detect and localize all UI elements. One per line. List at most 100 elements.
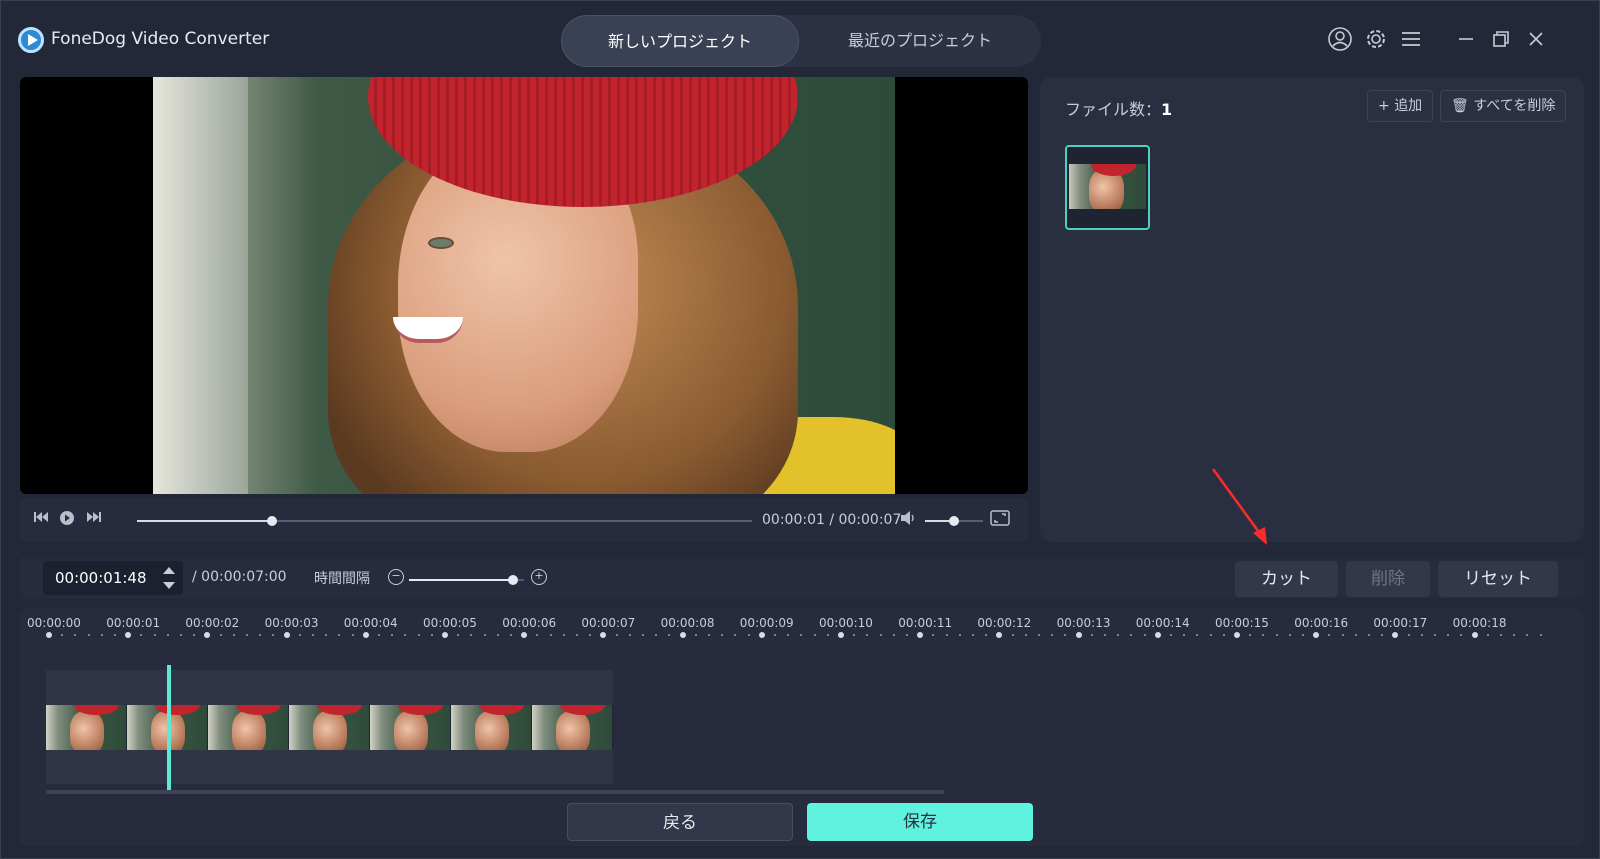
timeline-minor-tick — [734, 634, 737, 636]
back-button[interactable]: 戻る — [567, 803, 793, 841]
timeline-tick-label: 00:00:06 — [502, 616, 557, 630]
timeline-minor-tick — [378, 634, 380, 636]
fullscreen-icon[interactable] — [989, 510, 1011, 530]
edit-toolbar: 00:00:01:48 / 00:00:07:00 時間間隔 − + カット 削… — [20, 557, 1584, 599]
timeline-tick-label: 00:00:12 — [977, 616, 1032, 630]
timeline-minor-tick — [1328, 634, 1331, 636]
timeline-frame-thumbnail — [451, 705, 532, 750]
restore-icon[interactable] — [1487, 26, 1515, 54]
video-track[interactable] — [46, 670, 613, 784]
timeline-minor-tick — [404, 634, 407, 636]
timeline-minor-tick — [1143, 634, 1146, 636]
timeline-minor-tick — [1130, 634, 1133, 636]
timeline-tick-label: 00:00:01 — [106, 616, 161, 630]
timeline-minor-tick — [1381, 634, 1384, 636]
tab-recent-projects[interactable]: 最近のプロジェクト — [799, 15, 1041, 67]
timeline-minor-tick — [549, 634, 552, 636]
timeline-frame-thumbnail — [532, 705, 613, 750]
timeline-minor-tick — [1183, 634, 1186, 636]
timeline-minor-tick — [61, 634, 64, 636]
skip-back-icon[interactable] — [30, 510, 52, 530]
close-icon[interactable] — [1522, 26, 1550, 54]
timeline-minor-tick — [787, 634, 790, 636]
timeline-minor-tick — [232, 634, 235, 636]
video-preview[interactable] — [20, 77, 1028, 494]
timeline-tick-label: 00:00:00 — [27, 616, 81, 630]
time-readout: 00:00:01 / 00:00:07 — [762, 512, 902, 528]
timeline-minor-tick — [430, 634, 433, 636]
play-icon[interactable] — [56, 510, 78, 530]
timeline-major-tick — [521, 632, 528, 638]
file-thumbnail[interactable] — [1065, 145, 1150, 230]
volume-slider[interactable] — [925, 516, 983, 526]
timeline-minor-tick — [74, 634, 77, 636]
delete-button[interactable]: 削除 — [1346, 561, 1430, 597]
timeline-major-tick — [1154, 632, 1161, 638]
timeline-minor-tick — [1420, 634, 1423, 636]
timeline-minor-tick — [166, 634, 169, 636]
timeline-minor-tick — [826, 634, 829, 636]
delete-all-button[interactable]: 🗑 すべてを削除 — [1440, 90, 1567, 122]
zoom-slider[interactable] — [409, 575, 524, 585]
timeline-scrollbar[interactable] — [46, 790, 944, 794]
playhead[interactable] — [167, 665, 171, 790]
time-decrease-icon[interactable] — [163, 582, 175, 589]
timeline-minor-tick — [721, 634, 724, 636]
timeline-minor-tick — [510, 634, 512, 636]
time-increase-icon[interactable] — [163, 567, 175, 574]
save-button[interactable]: 保存 — [807, 803, 1033, 841]
zoom-in-icon[interactable]: + — [531, 569, 547, 585]
timeline-minor-tick — [298, 634, 301, 636]
file-count: ファイル数：1 — [1065, 96, 1172, 120]
add-file-button[interactable]: + 追加 — [1367, 90, 1434, 122]
minimize-icon[interactable] — [1452, 26, 1480, 54]
timeline-major-tick — [362, 632, 369, 638]
timeline-minor-tick — [219, 634, 222, 636]
timeline-minor-tick — [483, 634, 486, 636]
timeline-minor-tick — [1500, 634, 1502, 636]
trash-icon: 🗑 — [1451, 98, 1469, 114]
timeline-minor-tick — [1024, 634, 1027, 636]
timeline-minor-tick — [853, 634, 856, 636]
timeline-major-tick — [1392, 632, 1399, 638]
timeline-minor-tick — [1368, 634, 1370, 636]
timeline-minor-tick — [140, 634, 143, 636]
zoom-handle[interactable] — [507, 575, 518, 585]
timeline-tick-label: 00:00:13 — [1056, 616, 1111, 630]
timeline-frame-thumbnail — [46, 705, 127, 750]
timeline-minor-tick — [589, 634, 592, 636]
timeline-minor-tick — [153, 634, 156, 636]
timeline-minor-tick — [536, 634, 539, 636]
skip-forward-icon[interactable] — [83, 510, 105, 530]
timeline-minor-tick — [1513, 634, 1516, 636]
timeline[interactable]: 00:00:00 00:00:01 00:00:02 00:00:03 00:00:04… — [20, 608, 1584, 846]
tab-new-project[interactable]: 新しいプロジェクト — [561, 15, 799, 67]
timeline-minor-tick — [1038, 634, 1040, 636]
file-count-label: ファイル数： — [1065, 100, 1162, 119]
menu-icon[interactable] — [1397, 26, 1425, 54]
timeline-frame-thumbnail — [370, 705, 451, 750]
progress-handle[interactable] — [267, 516, 278, 526]
timeline-minor-tick — [259, 634, 262, 636]
gear-icon[interactable] — [1362, 26, 1390, 54]
volume-handle[interactable] — [949, 516, 959, 526]
volume-icon[interactable] — [897, 510, 919, 530]
timeline-major-tick — [204, 632, 211, 638]
timeline-tick-label: 00:00:09 — [739, 616, 794, 630]
timeline-major-tick — [1075, 632, 1082, 638]
timeline-minor-tick — [1486, 634, 1489, 636]
reset-button[interactable]: リセット — [1438, 561, 1558, 597]
zoom-out-icon[interactable]: − — [388, 569, 404, 585]
cut-time-input[interactable]: 00:00:01:48 — [43, 561, 183, 595]
total-time: / 00:00:07:00 — [192, 569, 287, 585]
timeline-minor-tick — [338, 634, 341, 636]
timeline-minor-tick — [1460, 634, 1463, 636]
video-frame-image — [153, 77, 895, 494]
cut-button[interactable]: カット — [1235, 561, 1338, 597]
delete-all-label: すべてを削除 — [1473, 98, 1556, 114]
playback-progress-bar[interactable] — [137, 516, 752, 526]
timeline-major-tick — [600, 632, 607, 638]
user-icon[interactable] — [1326, 26, 1354, 54]
timeline-major-tick — [1471, 632, 1478, 638]
timeline-major-tick — [1313, 632, 1320, 638]
